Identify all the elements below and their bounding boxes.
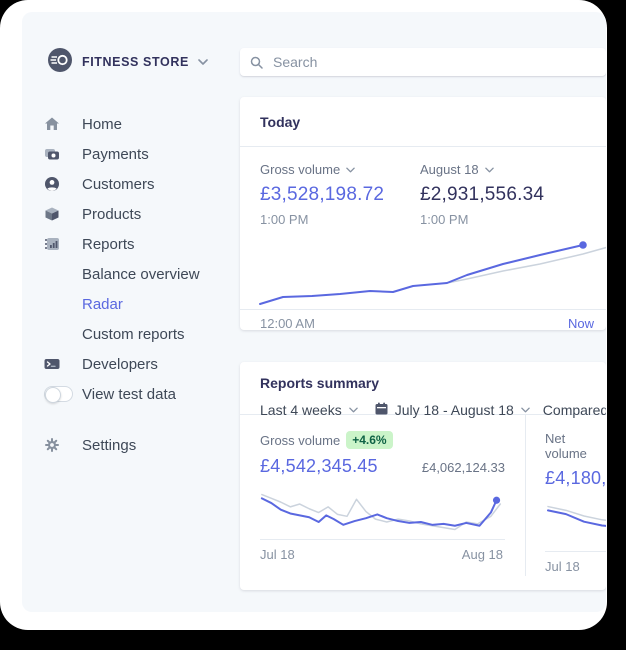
metric-time: 1:00 PM xyxy=(260,212,309,227)
today-chart-svg xyxy=(240,241,606,309)
section-label: Net volume xyxy=(545,431,587,461)
card-title: Today xyxy=(260,113,301,130)
sidebar-item-reports[interactable]: Reports xyxy=(44,229,240,259)
metric-label: August 18 xyxy=(420,162,479,177)
search-icon xyxy=(250,56,263,69)
reports-icon xyxy=(44,236,60,252)
section-value: £4,180,3 xyxy=(545,468,606,488)
sidebar-item-label: Customers xyxy=(82,175,155,193)
gear-icon xyxy=(44,437,60,453)
sidebar: FITNESS STORE Home Payments Customers Pr… xyxy=(44,47,240,460)
card-title: Reports summary xyxy=(260,375,380,391)
chevron-down-icon xyxy=(521,407,530,413)
sidebar-item-custom-reports[interactable]: Custom reports xyxy=(44,319,240,349)
chevron-down-icon xyxy=(348,407,358,413)
section-label: Gross volume xyxy=(260,432,341,448)
sidebar-item-balance-overview[interactable]: Balance overview xyxy=(44,259,240,289)
metric-value: £2,931,556.34 xyxy=(420,184,545,205)
sidebar-item-label: Radar xyxy=(82,295,123,313)
sidebar-item-label: Payments xyxy=(82,145,149,163)
sidebar-item-label: Balance overview xyxy=(82,265,200,283)
growth-badge: +4.6% xyxy=(346,431,393,449)
sidebar-item-label: Developers xyxy=(82,355,158,373)
toggle-switch-icon[interactable] xyxy=(44,386,73,403)
x-axis-start-label: Jul 18 xyxy=(545,559,580,574)
section-compare-value: £4,062,124.33 xyxy=(421,460,505,475)
search-bar[interactable] xyxy=(240,48,606,76)
today-card-header: Today xyxy=(240,97,606,147)
section-value: £4,542,345.45 xyxy=(260,456,378,476)
today-chart xyxy=(240,233,606,309)
reports-card-header: Reports summary Last 4 weeks July 18 - A… xyxy=(240,362,606,418)
gross-volume-metric: Gross volume £3,528,198.72 1:00 PM xyxy=(260,162,420,227)
sidebar-item-settings[interactable]: Settings xyxy=(44,430,240,460)
x-axis-now-label[interactable]: Now xyxy=(568,316,594,330)
sidebar-item-developers[interactable]: Developers xyxy=(44,349,240,379)
chevron-down-icon xyxy=(346,167,355,173)
metric-value: £3,528,198.72 xyxy=(260,184,385,205)
net-volume-section: Net volume £4,180,3 Jul 18 xyxy=(526,415,606,576)
gross-chart-svg xyxy=(260,487,506,539)
x-axis-end-label: Aug 18 xyxy=(461,547,503,562)
store-logo-icon xyxy=(48,47,72,77)
compare-date-metric: August 18 £2,931,556.34 1:00 PM xyxy=(420,162,580,227)
sidebar-item-payments[interactable]: Payments xyxy=(44,139,240,169)
sidebar-item-label: Settings xyxy=(82,436,137,454)
sidebar-item-label: Reports xyxy=(82,235,135,253)
sidebar-item-customers[interactable]: Customers xyxy=(44,169,240,199)
metric-selector[interactable]: Gross volume xyxy=(260,162,420,177)
home-icon xyxy=(44,116,60,132)
x-axis-start-label: 12:00 AM xyxy=(260,316,315,330)
x-axis-start-label: Jul 18 xyxy=(260,547,295,562)
metric-time: 1:00 PM xyxy=(420,212,469,227)
metric-label: Gross volume xyxy=(260,162,341,177)
net-chart-svg xyxy=(545,499,606,551)
payments-icon xyxy=(44,146,60,162)
view-test-data-toggle[interactable]: View test data xyxy=(44,379,240,409)
gross-volume-section: Gross volume +4.6% £4,542,345.45 £4,062,… xyxy=(240,415,526,576)
sidebar-item-label: Home xyxy=(82,115,123,133)
demo-page-background: FITNESS STORE Home Payments Customers Pr… xyxy=(0,0,607,630)
sidebar-item-label: Custom reports xyxy=(82,325,185,343)
chevron-down-icon xyxy=(198,59,208,65)
account-switcher[interactable]: FITNESS STORE xyxy=(48,47,240,77)
sidebar-item-radar[interactable]: Radar xyxy=(44,289,240,319)
date-selector[interactable]: August 18 xyxy=(420,162,580,177)
net-volume-chart xyxy=(545,499,606,551)
sidebar-item-products[interactable]: Products xyxy=(44,199,240,229)
dashboard-panel: FITNESS STORE Home Payments Customers Pr… xyxy=(22,12,606,612)
search-input[interactable] xyxy=(271,53,606,71)
customers-icon xyxy=(44,176,60,192)
products-icon xyxy=(44,206,60,222)
store-name: FITNESS STORE xyxy=(82,55,189,69)
toggle-label: View test data xyxy=(82,385,176,403)
today-card: Today Gross volume £3,528,198.72 1:00 PM… xyxy=(240,97,606,330)
chevron-down-icon xyxy=(484,167,494,173)
sidebar-item-home[interactable]: Home xyxy=(44,109,240,139)
gross-volume-chart xyxy=(260,487,505,539)
reports-summary-card: Reports summary Last 4 weeks July 18 - A… xyxy=(240,362,606,590)
sidebar-item-label: Products xyxy=(82,205,142,223)
developers-icon xyxy=(44,356,60,372)
